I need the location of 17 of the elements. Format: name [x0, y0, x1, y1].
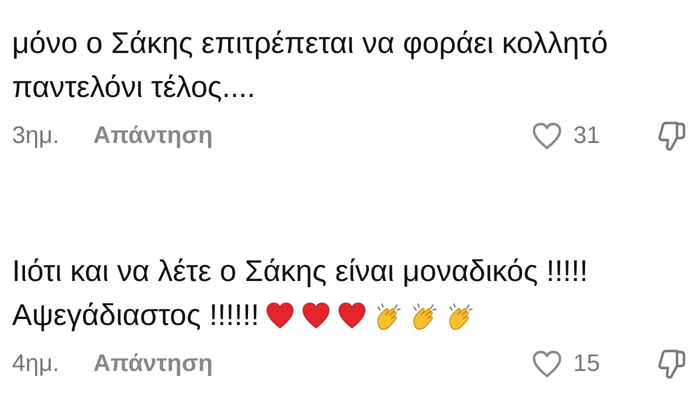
comment-time: 3ημ.	[12, 121, 60, 151]
heart-icon	[301, 301, 332, 331]
like-button[interactable]	[531, 349, 564, 379]
heart-icon	[265, 301, 296, 331]
comment-text: Ιιότι και να λέτε ο Σάκης είναι μοναδικός !!!!!	[12, 254, 588, 290]
comment-text: Αψεγάδιαστος !!!!!!	[12, 298, 260, 334]
dislike-button[interactable]	[656, 120, 686, 152]
reply-link[interactable]: Απάντηση	[93, 118, 213, 154]
like-count: 15	[573, 349, 600, 379]
heart-icon	[337, 301, 368, 331]
comment-time: 4ημ.	[12, 349, 60, 379]
reply-link[interactable]: Απάντηση	[93, 346, 213, 382]
dislike-button[interactable]	[656, 348, 686, 380]
like-button[interactable]	[531, 121, 564, 151]
comment-text: παντελόνι τέλος....	[12, 70, 256, 106]
comment-text: μόνο ο Σάκης επιτρέπεται να φοράει κολλητό	[12, 26, 608, 62]
like-count: 31	[573, 121, 600, 151]
